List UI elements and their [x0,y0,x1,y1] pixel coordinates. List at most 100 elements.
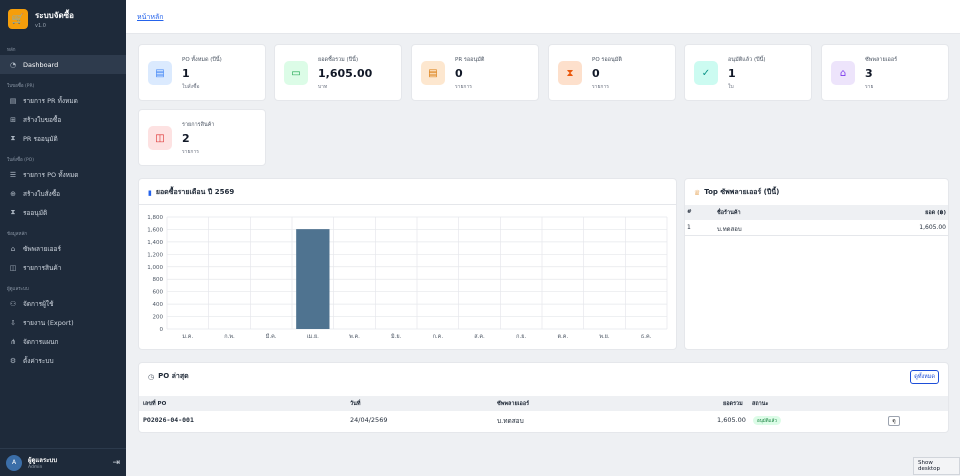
col-header-status: สถานะ [752,401,769,407]
table-header: เลขที่ PO วันที่ ซัพพลายเออร์ ยอดรวม สถา… [139,396,948,411]
view-all-button[interactable]: ดูทั้งหมด [910,370,939,384]
sidebar-item-create-pr[interactable]: ⊞ สร้างใบขอซื้อ [0,110,126,129]
y-tick-label: 600 [153,290,164,296]
view-po-button[interactable]: ดู [888,416,900,426]
x-tick-label: พ.ค. [349,334,360,340]
stat-label: รายการสินค้า [182,122,215,128]
plus-circle-icon: ⊕ [10,189,16,198]
x-tick-label: ธ.ค. [641,333,652,340]
chart-bar[interactable] [296,229,330,329]
sidebar-section-master: ข้อมูลหลัก [7,232,27,237]
plus-square-icon: ⊞ [10,115,16,124]
document-icon: ▤ [9,96,17,105]
cart-icon: 🛒 [8,9,28,29]
stat-unit: รายการ [592,84,609,90]
recent-po-title: PO ล่าสุด [158,372,189,380]
sidebar-item-export[interactable]: ⇩ รายงาน (Export) [0,313,126,332]
hourglass-icon: ⧗ [558,61,582,85]
y-tick-label: 1,200 [147,252,163,258]
col-header-amount: ยอด (฿) [925,210,946,216]
stat-label: PO ทั้งหมด (ปีนี้) [182,57,222,63]
sidebar-section-admin: ผู้ดูแลระบบ [7,287,29,292]
download-icon: ⇩ [10,318,16,327]
stat-unit: ใบ [728,84,734,90]
user-role: Admin [28,465,43,470]
brand[interactable]: 🛒 ระบบจัดซื้อ v1.0 [0,0,126,38]
sidebar-item-label: ตั้งค่าระบบ [23,356,54,365]
x-tick-label: ก.พ. [224,334,235,340]
user-name: ผู้ดูแลระบบ [28,457,58,464]
stat-card-po-total: ▤ PO ทั้งหมด (ปีนี้) 1 ใบสั่งซื้อ [138,44,266,101]
sidebar-item-po-pending[interactable]: ⧗ รออนุมัติ [0,203,126,222]
cash-icon: ▭ [284,61,308,85]
sidebar-item-label: จัดการผู้ใช้ [23,299,54,308]
sidebar-item-products[interactable]: ◫ รายการสินค้า [0,258,126,277]
sidebar-item-label: รายการ PO ทั้งหมด [23,170,79,179]
show-desktop-tooltip: Show desktop [913,457,960,475]
cell-po-no[interactable]: PO2026-04-001 [143,416,194,424]
table-row: PO2026-04-001 24/04/2569 บ.ทดสอบ 1,605.0… [139,411,948,430]
stat-card-pr-pending: ▤ PR รออนุมัติ 0 รายการ [411,44,539,101]
y-tick-label: 1,000 [147,265,163,271]
col-header-name: ชื่อร้านค้า [717,210,741,216]
sidebar-item-pr-pending[interactable]: ⧗ PR รออนุมัติ [0,129,126,148]
col-header-num: # [687,209,692,215]
sidebar-item-label: จัดการแผนก [23,337,59,346]
stat-unit: รายการ [455,84,472,90]
x-tick-label: ก.ค. [433,334,444,340]
users-icon: ⚇ [9,299,17,308]
sidebar-section-main: หลัก [7,48,16,53]
cell-total: 1,605.00 [717,416,746,424]
sidebar-item-suppliers[interactable]: ⌂ ซัพพลายเออร์ [0,239,126,258]
stat-unit: ราย [865,84,874,90]
cell-name: บ.ทดสอบ [717,226,742,233]
top-suppliers-panel: ♕ Top ซัพพลายเออร์ (ปีนี้) # ชื่อร้านค้า… [684,178,949,350]
panel-title-wrap: ♕ Top ซัพพลายเออร์ (ปีนี้) [694,187,779,198]
sidebar-item-create-po[interactable]: ⊕ สร้างใบสั่งซื้อ [0,184,126,203]
cell-amount: 1,605.00 [919,224,946,231]
stat-label: อนุมัติแล้ว (ปีนี้) [728,57,766,63]
stat-label: ซัพพลายเออร์ [865,57,898,63]
y-tick-label: 1,400 [147,240,163,246]
stat-card-suppliers: ⌂ ซัพพลายเออร์ 3 ราย [821,44,949,101]
sidebar-item-settings[interactable]: ⚙ ตั้งค่าระบบ [0,351,126,370]
stat-value: 1 [182,67,190,80]
cell-num: 1 [687,224,691,231]
box-icon: ◫ [9,263,17,272]
stat-label: PR รออนุมัติ [455,57,485,63]
clock-icon: ◷ [148,372,155,381]
sidebar-item-label: ซัพพลายเออร์ [23,244,61,253]
document-icon: ▤ [421,61,445,85]
col-header-total: ยอดรวม [723,401,743,407]
sidebar-item-all-po[interactable]: ☰ รายการ PO ทั้งหมด [0,165,126,184]
sidebar-item-label: สร้างใบขอซื้อ [23,115,62,124]
cell-date: 24/04/2569 [350,416,388,424]
box-icon: ◫ [148,126,172,150]
stat-unit: ใบสั่งซื้อ [182,84,200,90]
sidebar-item-label: รายการสินค้า [23,263,62,272]
topbar: หน้าหลัก [126,0,960,34]
sidebar-item-dashboard[interactable]: ◔ Dashboard [0,55,126,74]
trophy-icon: ♕ [694,188,701,197]
col-header-po-no: เลขที่ PO [143,401,167,407]
stat-unit: รายการ [182,149,199,155]
store-icon: ⌂ [10,244,16,253]
sidebar-item-departments[interactable]: ⋔ จัดการแผนก [0,332,126,351]
sidebar-item-label: รายงาน (Export) [23,318,74,327]
stat-card-purchase-total: ▭ ยอดซื้อรวม (ปีนี้) 1,605.00 บาท [274,44,402,101]
gear-icon: ⚙ [9,356,17,365]
sidebar-item-all-pr[interactable]: ▤ รายการ PR ทั้งหมด [0,91,126,110]
breadcrumb-home-link[interactable]: หน้าหลัก [137,12,163,23]
top-suppliers-title: Top ซัพพลายเออร์ (ปีนี้) [704,188,780,196]
stat-label: PO รออนุมัติ [592,57,622,63]
recent-po-panel: ◷ PO ล่าสุด ดูทั้งหมด เลขที่ PO วันที่ ซ… [138,362,949,433]
user-box: A ผู้ดูแลระบบ Admin ⇥ [0,448,126,476]
sidebar-item-label: PR รออนุมัติ [23,134,58,143]
stat-value: 2 [182,132,190,145]
status-badge: อนุมัติแล้ว [753,416,781,425]
stat-value: 0 [455,67,463,80]
store-icon: ⌂ [831,61,855,85]
sidebar-item-users[interactable]: ⚇ จัดการผู้ใช้ [0,294,126,313]
logout-icon[interactable]: ⇥ [112,458,120,468]
sidebar-section-po: ใบสั่งซื้อ (PO) [7,158,34,163]
